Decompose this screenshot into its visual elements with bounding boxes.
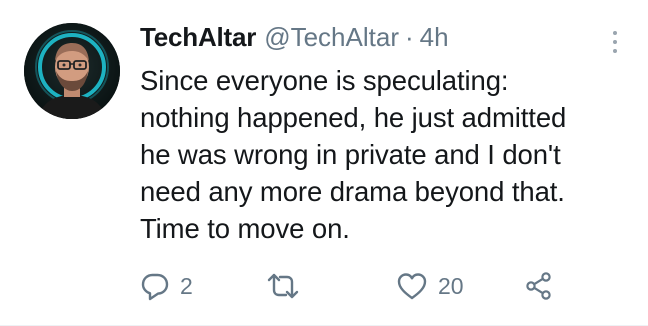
tweet-text: Since everyone is speculating: nothing h… (140, 65, 567, 244)
tweet-actions: 2 20 (140, 268, 610, 304)
heart-icon (396, 271, 428, 301)
tweet-card[interactable]: TechAltar @TechAltar · 4h Since everyone… (0, 0, 648, 326)
tweet-header: TechAltar @TechAltar · 4h (140, 22, 630, 56)
reply-button[interactable]: 2 (140, 268, 193, 304)
reply-icon (140, 271, 170, 301)
more-vertical-icon[interactable] (604, 28, 626, 58)
avatar[interactable] (24, 23, 120, 119)
like-button[interactable]: 20 (396, 268, 464, 304)
timestamp[interactable]: 4h (420, 22, 449, 53)
tweet-content: TechAltar @TechAltar · 4h Since everyone… (140, 22, 630, 247)
retweet-icon (266, 271, 300, 301)
display-name[interactable]: TechAltar (140, 22, 256, 53)
avatar-image (24, 23, 120, 119)
share-icon (524, 271, 554, 301)
like-count: 20 (438, 272, 464, 299)
reply-count: 2 (180, 272, 193, 299)
share-button[interactable] (524, 268, 554, 304)
separator-dot: · (404, 22, 414, 52)
retweet-button[interactable] (266, 268, 310, 304)
user-handle[interactable]: @TechAltar (264, 22, 399, 53)
